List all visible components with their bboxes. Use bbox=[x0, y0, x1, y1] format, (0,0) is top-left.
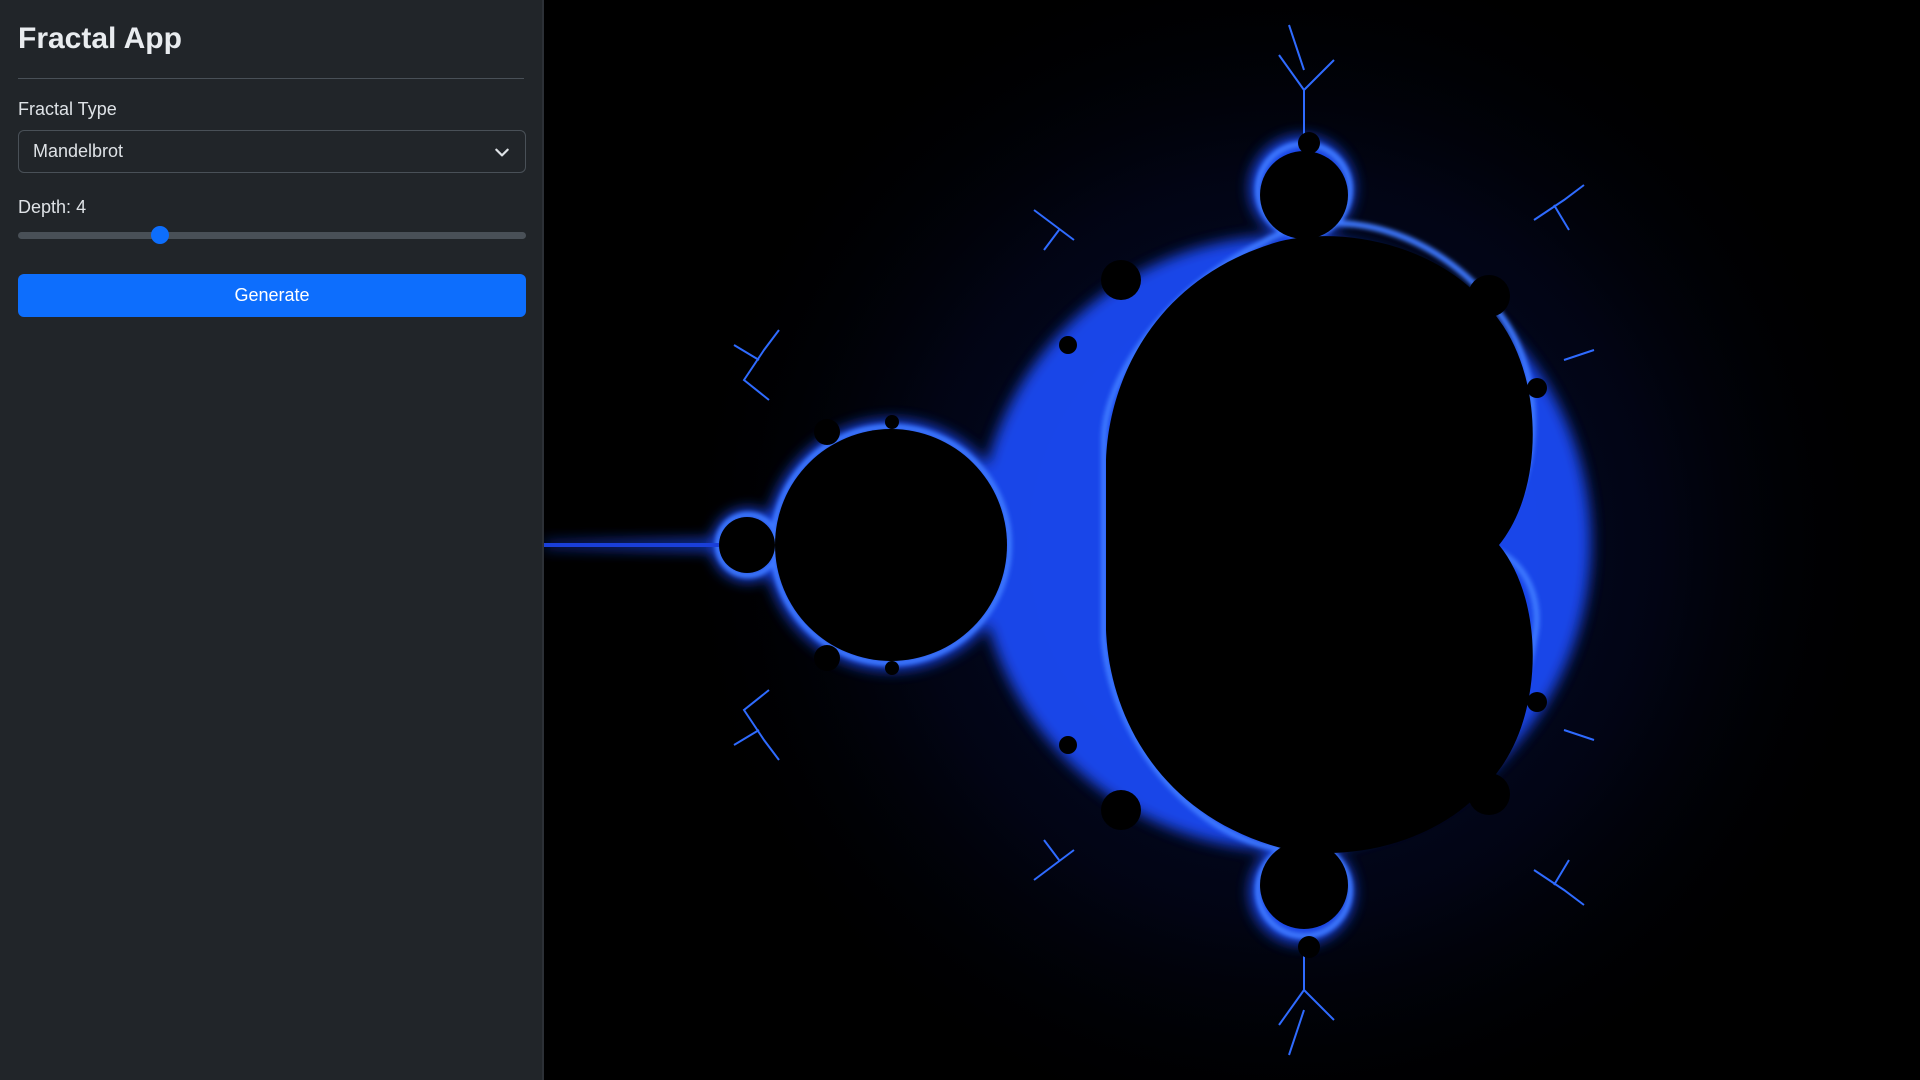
mandelbrot-render bbox=[544, 0, 1920, 1080]
fractal-canvas[interactable] bbox=[544, 0, 1920, 1080]
depth-slider[interactable] bbox=[18, 224, 526, 246]
app-root: Fractal App Fractal Type Mandelbrot Dept… bbox=[0, 0, 1920, 1080]
depth-label-text: Depth: bbox=[18, 197, 72, 217]
depth-control: Depth: 4 bbox=[18, 197, 526, 246]
depth-label: Depth: 4 bbox=[18, 197, 524, 218]
fractal-type-label: Fractal Type bbox=[18, 99, 117, 119]
depth-slider-thumb[interactable] bbox=[151, 226, 170, 244]
control-sidebar: Fractal App Fractal Type Mandelbrot Dept… bbox=[0, 0, 544, 1080]
fractal-type-value: Mandelbrot bbox=[33, 141, 124, 161]
depth-value: 4 bbox=[76, 197, 87, 217]
fractal-type-select[interactable]: Mandelbrot bbox=[18, 130, 526, 173]
generate-button[interactable]: Generate bbox=[18, 274, 526, 317]
depth-slider-track[interactable] bbox=[18, 232, 526, 239]
chevron-down-icon bbox=[495, 148, 509, 157]
app-title: Fractal App bbox=[18, 20, 524, 79]
